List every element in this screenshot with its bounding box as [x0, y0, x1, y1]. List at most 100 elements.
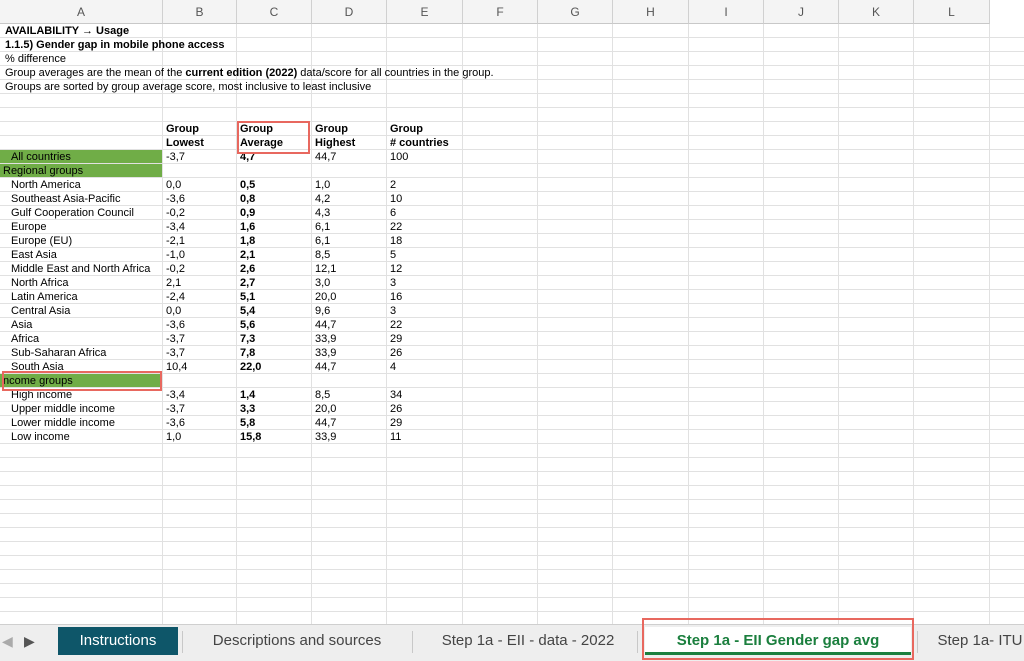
cell-avg[interactable]: 5,1 [237, 290, 312, 304]
grid-cell[interactable] [613, 276, 689, 290]
cell-low[interactable]: 1,0 [163, 430, 237, 444]
grid-cell[interactable] [689, 528, 764, 542]
grid-cell[interactable] [764, 542, 839, 556]
cell-high[interactable]: 4,2 [312, 192, 387, 206]
cell-low[interactable]: 0,0 [163, 304, 237, 318]
grid-cell[interactable] [312, 458, 387, 472]
cell-high[interactable]: 12,1 [312, 262, 387, 276]
grid-cell[interactable] [463, 360, 538, 374]
grid-cell[interactable] [538, 528, 613, 542]
grid-cell[interactable] [990, 458, 1024, 472]
grid-cell[interactable] [990, 24, 1024, 38]
grid-cell[interactable] [0, 486, 163, 500]
grid-cell[interactable] [237, 542, 312, 556]
cell-avg[interactable]: 3,3 [237, 402, 312, 416]
grid-cell[interactable] [613, 164, 689, 178]
grid-cell[interactable] [689, 570, 764, 584]
grid-cell[interactable] [613, 192, 689, 206]
grid-cell[interactable] [163, 570, 237, 584]
grid-cell[interactable] [914, 430, 990, 444]
grid-cell[interactable] [163, 528, 237, 542]
grid-cell[interactable] [613, 24, 689, 38]
grid-cell[interactable] [538, 150, 613, 164]
grid-cell[interactable] [839, 584, 914, 598]
grid-cell[interactable] [538, 444, 613, 458]
grid-cell[interactable] [538, 612, 613, 624]
grid-cell[interactable] [0, 570, 163, 584]
column-header-b[interactable]: B [163, 0, 237, 24]
grid-cell[interactable] [463, 598, 538, 612]
column-header-h[interactable]: H [613, 0, 689, 24]
grid-cell[interactable] [0, 500, 163, 514]
grid-cell[interactable] [538, 290, 613, 304]
grid-cell[interactable] [914, 220, 990, 234]
grid-cell[interactable] [764, 262, 839, 276]
grid-cell[interactable] [463, 304, 538, 318]
grid-cell[interactable] [463, 136, 538, 150]
grid-cell[interactable] [990, 402, 1024, 416]
grid-cell[interactable] [538, 304, 613, 318]
grid-cell[interactable] [0, 444, 163, 458]
grid-cell[interactable] [914, 388, 990, 402]
cell-high[interactable]: 44,7 [312, 318, 387, 332]
cell-high[interactable]: 8,5 [312, 248, 387, 262]
grid-cell[interactable] [387, 486, 463, 500]
grid-cell[interactable] [764, 318, 839, 332]
cell-low[interactable]: -3,7 [163, 402, 237, 416]
grid-cell[interactable] [237, 458, 312, 472]
cell-avg[interactable]: 1,6 [237, 220, 312, 234]
cell-low[interactable]: -1,0 [163, 248, 237, 262]
grid-cell[interactable] [839, 458, 914, 472]
grid-cell[interactable] [538, 66, 613, 80]
grid-cell[interactable] [990, 290, 1024, 304]
cell-n[interactable]: 22 [387, 220, 463, 234]
grid-cell[interactable] [914, 598, 990, 612]
grid-cell[interactable] [163, 612, 237, 624]
grid-cell[interactable] [914, 262, 990, 276]
cell-high[interactable]: 3,0 [312, 276, 387, 290]
grid-cell[interactable] [463, 38, 538, 52]
grid-cell[interactable] [613, 318, 689, 332]
grid-cell[interactable] [538, 542, 613, 556]
grid-cell[interactable] [914, 500, 990, 514]
grid-cell[interactable] [689, 80, 764, 94]
grid-cell[interactable] [914, 52, 990, 66]
grid-cell[interactable] [538, 430, 613, 444]
grid-cell[interactable] [0, 472, 163, 486]
grid-cell[interactable] [990, 584, 1024, 598]
grid-cell[interactable] [613, 136, 689, 150]
grid-cell[interactable] [990, 262, 1024, 276]
grid-cell[interactable] [914, 248, 990, 262]
cell-low[interactable] [163, 164, 237, 178]
grid-cell[interactable] [914, 290, 990, 304]
cell-n[interactable] [387, 164, 463, 178]
grid-cell[interactable] [839, 556, 914, 570]
grid-cell[interactable] [689, 458, 764, 472]
cell-n[interactable]: 16 [387, 290, 463, 304]
grid-cell[interactable] [839, 234, 914, 248]
cell-low[interactable]: 0,0 [163, 178, 237, 192]
grid-cell[interactable] [839, 52, 914, 66]
grid-cell[interactable] [990, 514, 1024, 528]
cell-low[interactable] [163, 374, 237, 388]
cell-n[interactable]: 18 [387, 234, 463, 248]
grid-cell[interactable] [613, 430, 689, 444]
grid-cell[interactable] [163, 24, 237, 38]
grid-cell[interactable] [463, 444, 538, 458]
cell-high[interactable]: 33,9 [312, 430, 387, 444]
grid-cell[interactable] [538, 234, 613, 248]
cell-high[interactable]: 33,9 [312, 346, 387, 360]
cell-avg[interactable]: 1,8 [237, 234, 312, 248]
grid-cell[interactable] [387, 612, 463, 624]
grid-cell[interactable] [163, 108, 237, 122]
grid-cell[interactable] [613, 290, 689, 304]
grid-cell[interactable] [914, 486, 990, 500]
grid-cell[interactable] [463, 164, 538, 178]
cell-avg[interactable]: 5,6 [237, 318, 312, 332]
grid-cell[interactable] [764, 248, 839, 262]
grid-cell[interactable] [538, 192, 613, 206]
grid-cell[interactable] [312, 500, 387, 514]
grid-cell[interactable] [764, 556, 839, 570]
grid-cell[interactable] [764, 416, 839, 430]
grid-cell[interactable] [463, 486, 538, 500]
